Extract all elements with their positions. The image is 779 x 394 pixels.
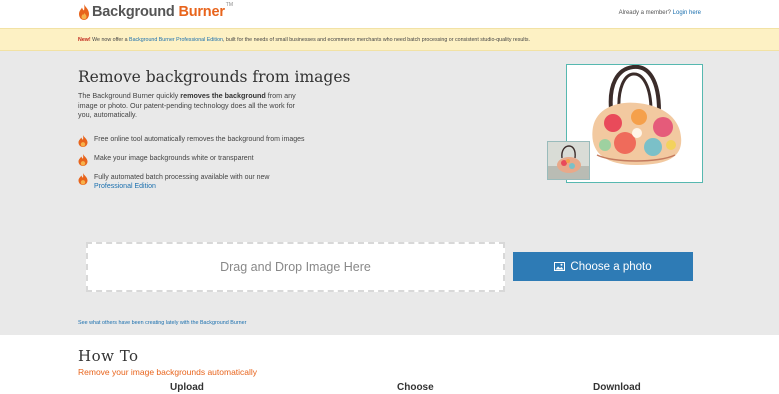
image-icon bbox=[554, 262, 566, 271]
drag-drop-zone[interactable]: Drag and Drop Image Here bbox=[86, 242, 505, 292]
site-header: Background Burner TM Already a member? L… bbox=[0, 0, 779, 28]
feature-text-part: Fully automated batch processing availab… bbox=[94, 174, 270, 181]
choose-photo-label: Choose a photo bbox=[570, 260, 652, 273]
dropzone-label: Drag and Drop Image Here bbox=[220, 260, 371, 274]
announcement-banner: New! We now offer a Background Burner Pr… bbox=[0, 28, 779, 51]
hero-description: The Background Burner quickly removes th… bbox=[78, 91, 308, 120]
step-upload: Upload bbox=[170, 382, 204, 393]
logo-text-background: Background bbox=[92, 4, 175, 20]
feature-text: Fully automated batch processing availab… bbox=[94, 173, 270, 191]
flame-bullet-icon bbox=[78, 154, 88, 166]
professional-edition-feature-link[interactable]: Professional Edition bbox=[94, 183, 156, 190]
feature-item: Free online tool automatically removes t… bbox=[78, 135, 318, 147]
feature-list: Free online tool automatically removes t… bbox=[78, 135, 318, 198]
member-login-area: Already a member? Login here bbox=[619, 10, 701, 16]
announcement-text-2: , built for the needs of small businesse… bbox=[222, 37, 531, 43]
feature-item: Fully automated batch processing availab… bbox=[78, 173, 318, 191]
example-original-thumbnail[interactable] bbox=[547, 141, 590, 180]
member-prompt: Already a member? bbox=[618, 10, 671, 16]
page-title: Remove backgrounds from images bbox=[78, 68, 351, 86]
how-to-title: How To bbox=[78, 347, 139, 365]
hero-desc-part-1: The Background Burner quickly bbox=[78, 91, 181, 100]
flame-logo-icon bbox=[78, 4, 90, 20]
flame-bullet-icon bbox=[78, 173, 88, 185]
flame-bullet-icon bbox=[78, 135, 88, 147]
feature-item: Make your image backgrounds white or tra… bbox=[78, 154, 318, 166]
logo-trademark: TM bbox=[225, 2, 234, 8]
how-to-section: How To Remove your image backgrounds aut… bbox=[0, 335, 779, 394]
how-to-subtitle: Remove your image backgrounds automatica… bbox=[78, 367, 258, 377]
new-badge: New! bbox=[78, 37, 91, 43]
professional-edition-link[interactable]: Background Burner Professional Edition bbox=[129, 37, 223, 43]
login-link[interactable]: Login here bbox=[673, 10, 701, 16]
feature-text: Free online tool automatically removes t… bbox=[94, 136, 305, 143]
hero-section: Remove backgrounds from images The Backg… bbox=[0, 51, 779, 335]
feature-text: Make your image backgrounds white or tra… bbox=[94, 155, 254, 162]
step-download: Download bbox=[593, 382, 641, 393]
logo-text-burner: Burner bbox=[178, 4, 225, 20]
choose-photo-button[interactable]: Choose a photo bbox=[513, 252, 693, 281]
step-choose: Choose bbox=[397, 382, 434, 393]
site-logo[interactable]: Background Burner TM bbox=[78, 2, 234, 20]
announcement-text-1: We now offer a bbox=[90, 37, 130, 43]
handbag-thumbnail-image bbox=[548, 142, 589, 179]
see-others-link[interactable]: See what others have been creating latel… bbox=[78, 320, 246, 326]
hero-desc-bold: removes the background bbox=[180, 91, 266, 100]
